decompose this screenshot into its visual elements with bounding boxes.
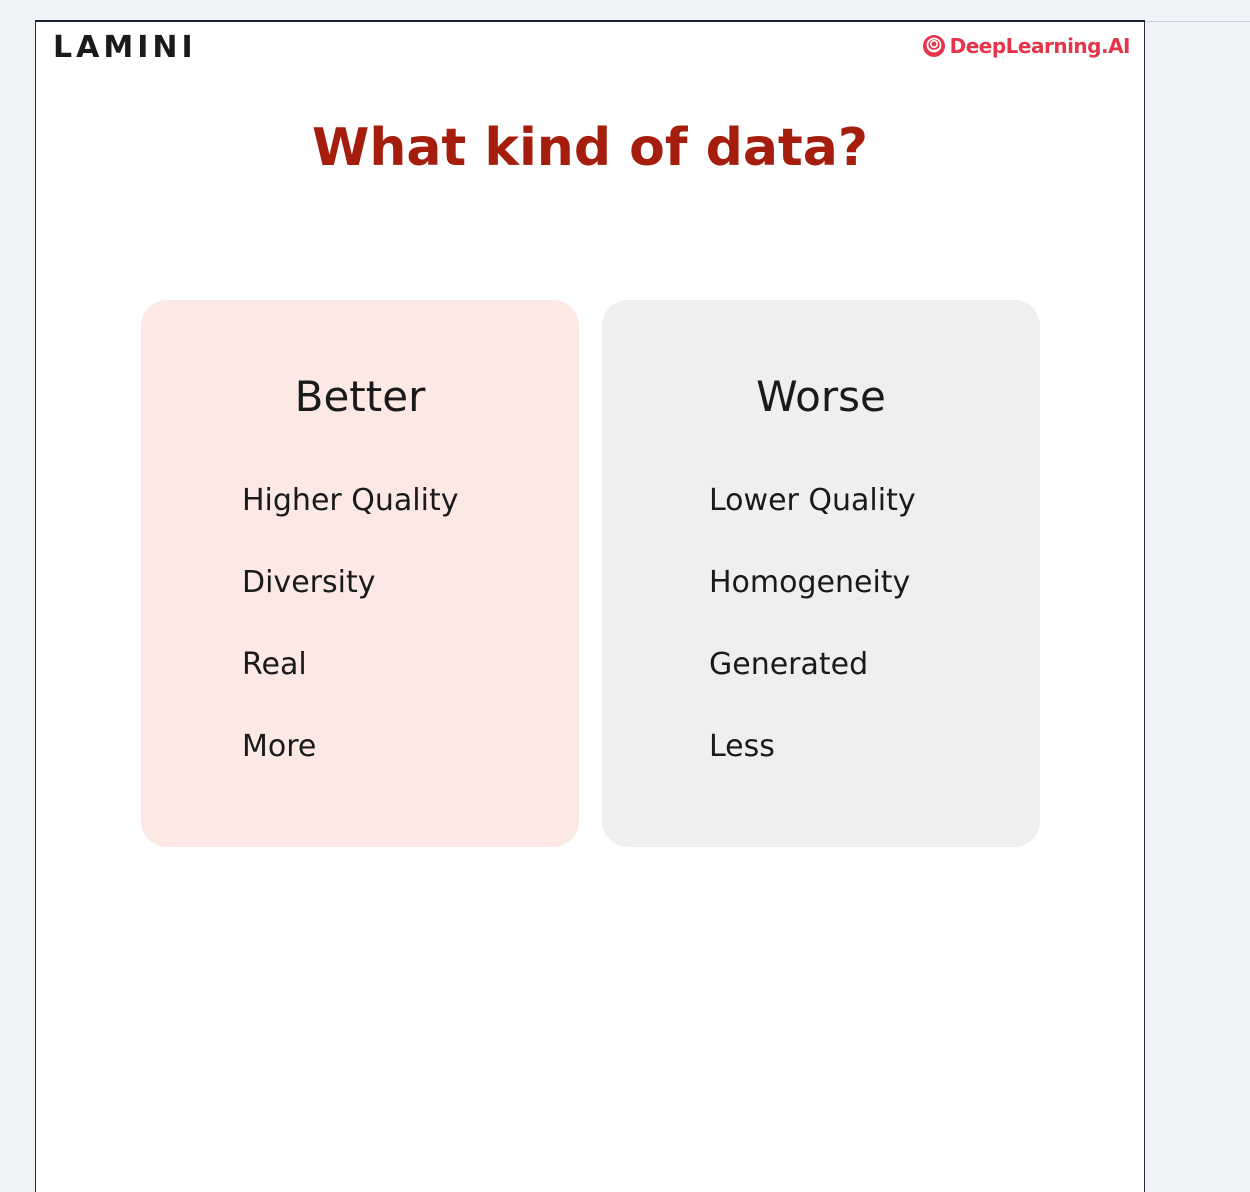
list-item: Real bbox=[242, 647, 307, 682]
worse-list: Lower Quality Homogeneity Generated Less bbox=[709, 480, 916, 808]
deeplearning-ai-logo-icon bbox=[922, 35, 945, 57]
list-item: Diversity bbox=[242, 565, 376, 600]
list-item: Generated bbox=[709, 647, 869, 682]
better-heading: Better bbox=[294, 372, 426, 421]
list-item: Lower Quality bbox=[709, 483, 916, 518]
deeplearning-ai-logo: DeepLearning.AI bbox=[922, 34, 1131, 58]
slide: LAMINI DeepLearning.AI What kind of data… bbox=[35, 22, 1145, 1192]
list-item: Higher Quality bbox=[242, 483, 459, 518]
better-card: Better Higher Quality Diversity Real Mor… bbox=[141, 300, 579, 847]
deeplearning-ai-wordmark: DeepLearning.AI bbox=[949, 34, 1131, 58]
slide-title: What kind of data? bbox=[311, 118, 869, 178]
list-item: More bbox=[242, 729, 317, 764]
list-item: Less bbox=[709, 729, 775, 764]
worse-heading: Worse bbox=[756, 372, 886, 421]
right-border bbox=[1145, 21, 1250, 22]
lamini-logo: LAMINI bbox=[53, 30, 197, 65]
better-list: Higher Quality Diversity Real More bbox=[242, 480, 458, 808]
worse-card: Worse Lower Quality Homogeneity Generate… bbox=[602, 300, 1040, 847]
list-item: Homogeneity bbox=[709, 565, 911, 600]
